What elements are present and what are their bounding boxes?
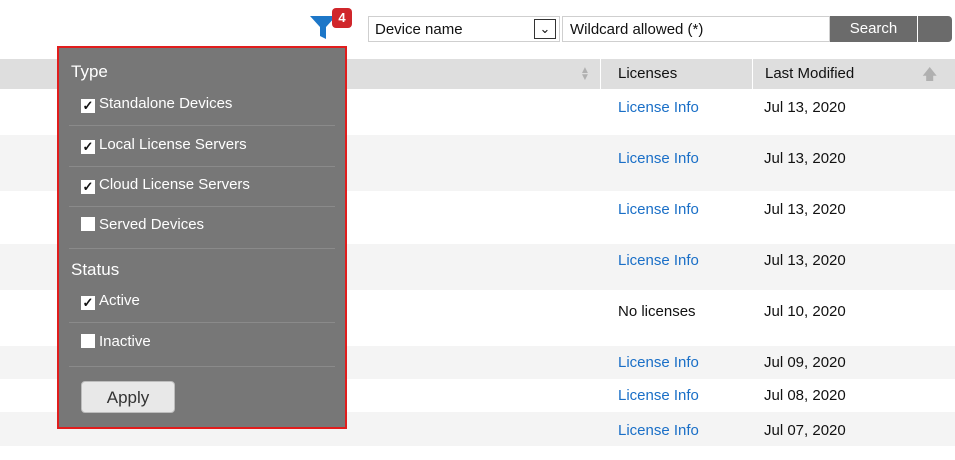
search-field-select[interactable]: Device name ⌄ (368, 16, 560, 42)
checkbox-unchecked-icon[interactable] (81, 217, 95, 231)
checkbox-checked-icon[interactable]: ✓ (81, 140, 95, 154)
filter-panel: Type ✓ Standalone Devices ✓ Local License … (57, 46, 347, 429)
checkbox-checked-icon[interactable]: ✓ (81, 180, 95, 194)
checkbox-checked-icon[interactable]: ✓ (81, 296, 95, 310)
status-option-active[interactable]: ✓ Active (81, 292, 140, 312)
type-option-cloud-servers[interactable]: ✓ Cloud License Servers (81, 176, 250, 196)
divider (69, 248, 335, 249)
filter-button[interactable]: 4 (310, 8, 352, 44)
search-button[interactable]: Search (830, 16, 918, 42)
divider (69, 322, 335, 323)
sort-icon[interactable]: ▲ ▼ (580, 66, 590, 83)
status-option-inactive[interactable]: Inactive (81, 333, 151, 353)
type-option-served-devices[interactable]: Served Devices (81, 216, 204, 236)
type-option-standalone[interactable]: ✓ Standalone Devices (81, 95, 232, 115)
license-info-link[interactable]: License Info (618, 387, 699, 404)
modified-date: Jul 08, 2020 (764, 387, 846, 404)
apply-button[interactable]: Apply (81, 381, 175, 413)
license-status: No licenses (618, 303, 696, 320)
license-info-link[interactable]: License Info (618, 150, 699, 167)
modified-date: Jul 13, 2020 (764, 99, 846, 116)
modified-date: Jul 13, 2020 (764, 252, 846, 269)
status-section-title: Status (71, 260, 120, 279)
modified-date: Jul 13, 2020 (764, 150, 846, 167)
license-info-link[interactable]: License Info (618, 422, 699, 439)
checkbox-unchecked-icon[interactable] (81, 334, 95, 348)
modified-date: Jul 10, 2020 (764, 303, 846, 320)
sort-ascending-icon: 🡅 (922, 66, 938, 83)
search-options-button[interactable] (918, 16, 952, 42)
license-info-link[interactable]: License Info (618, 201, 699, 218)
divider (69, 166, 335, 167)
checkbox-checked-icon[interactable]: ✓ (81, 99, 95, 113)
divider (69, 366, 335, 367)
type-option-local-servers[interactable]: ✓ Local License Servers (81, 136, 247, 156)
search-field-value: Device name (375, 21, 463, 38)
type-section-title: Type (71, 62, 108, 81)
license-info-link[interactable]: License Info (618, 354, 699, 371)
modified-date: Jul 13, 2020 (764, 201, 846, 218)
modified-date: Jul 07, 2020 (764, 422, 846, 439)
divider (69, 206, 335, 207)
search-input[interactable] (562, 16, 830, 42)
modified-date: Jul 09, 2020 (764, 354, 846, 371)
divider (69, 125, 335, 126)
license-info-link[interactable]: License Info (618, 99, 699, 116)
column-header-licenses[interactable]: Licenses (600, 59, 753, 89)
chevron-down-icon: ⌄ (534, 19, 556, 39)
filter-count-badge: 4 (332, 8, 352, 28)
license-info-link[interactable]: License Info (618, 252, 699, 269)
